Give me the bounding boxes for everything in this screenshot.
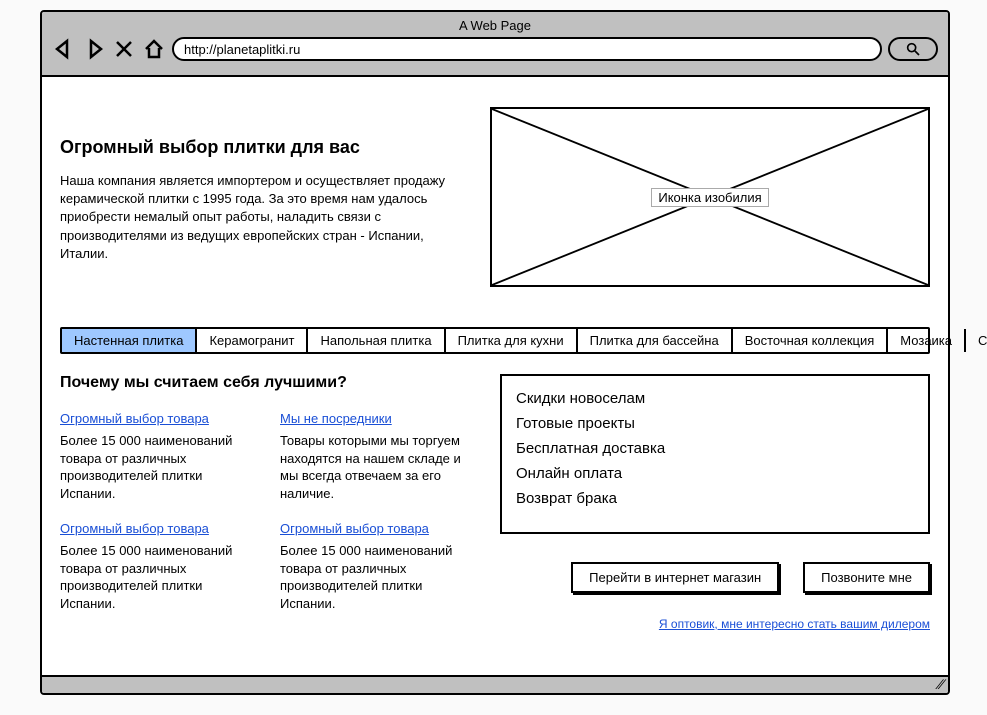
benefit-item: Возврат брака [516,486,914,511]
hero-image-placeholder: Иконка изобилия [490,107,930,287]
stop-icon[interactable] [112,37,136,61]
tab-eastern[interactable]: Восточная коллекция [733,329,889,352]
tab-wall-tile[interactable]: Настенная плитка [62,329,197,352]
hero-text: Огромный выбор плитки для вас Наша компа… [60,107,460,287]
why-item-link[interactable]: Огромный выбор товара [280,521,429,536]
why-item-link[interactable]: Мы не посредники [280,411,392,426]
home-icon[interactable] [142,37,166,61]
why-item-link[interactable]: Огромный выбор товара [60,411,209,426]
hero-section: Огромный выбор плитки для вас Наша компа… [60,107,930,287]
browser-chrome: A Web Page [42,12,948,77]
why-item-body: Более 15 000 наименований товара от разл… [280,542,480,612]
why-item-body: Более 15 000 наименований товара от разл… [60,432,260,502]
benefit-item: Онлайн оплата [516,461,914,486]
cta-row: Перейти в интернет магазин Позвоните мне [571,562,930,593]
url-input[interactable] [172,37,882,61]
search-button[interactable] [888,37,938,61]
tab-steps[interactable]: Ступени [966,329,987,352]
resize-handle-icon[interactable]: ⁄⁄ [938,677,945,691]
category-tabs: Настенная плитка Керамогранит Напольная … [60,327,930,354]
status-bar: ⁄⁄ [42,675,948,693]
page-content: Огромный выбор плитки для вас Наша компа… [42,77,948,677]
hero-heading: Огромный выбор плитки для вас [60,137,460,158]
why-block: Почему мы считаем себя лучшими? Огромный… [60,374,480,612]
why-item: Огромный выбор товара Более 15 000 наиме… [280,520,480,612]
why-item-body: Более 15 000 наименований товара от разл… [60,542,260,612]
why-item-body: Товары которыми мы торгуем находятся на … [280,432,480,502]
window-title: A Web Page [52,16,938,37]
tab-kitchen-tile[interactable]: Плитка для кухни [446,329,578,352]
forward-icon[interactable] [82,37,106,61]
call-button[interactable]: Позвоните мне [803,562,930,593]
why-item: Огромный выбор товара Более 15 000 наиме… [60,410,260,502]
why-grid: Огромный выбор товара Более 15 000 наиме… [60,410,480,612]
tab-keramogranit[interactable]: Керамогранит [197,329,308,352]
tab-pool-tile[interactable]: Плитка для бассейна [578,329,733,352]
browser-window: A Web Page Огромный выбор плитки для вас [40,10,950,695]
benefit-item: Скидки новоселам [516,386,914,411]
hero-body: Наша компания является импортером и осущ… [60,172,460,263]
back-icon[interactable] [52,37,76,61]
benefit-item: Бесплатная доставка [516,436,914,461]
benefit-item: Готовые проекты [516,411,914,436]
why-item: Мы не посредники Товары которыми мы торг… [280,410,480,502]
dealer-link[interactable]: Я оптовик, мне интересно стать вашим дил… [659,617,930,631]
benefits-box: Скидки новоселам Готовые проекты Бесплат… [500,374,930,534]
why-item-link[interactable]: Огромный выбор товара [60,521,209,536]
why-item: Огромный выбор товара Более 15 000 наиме… [60,520,260,612]
tab-mosaic[interactable]: Мозаика [888,329,966,352]
browser-toolbar [52,37,938,61]
shop-button[interactable]: Перейти в интернет магазин [571,562,779,593]
hero-image-label: Иконка изобилия [651,188,768,207]
why-heading: Почему мы считаем себя лучшими? [60,374,480,392]
tab-floor-tile[interactable]: Напольная плитка [308,329,445,352]
